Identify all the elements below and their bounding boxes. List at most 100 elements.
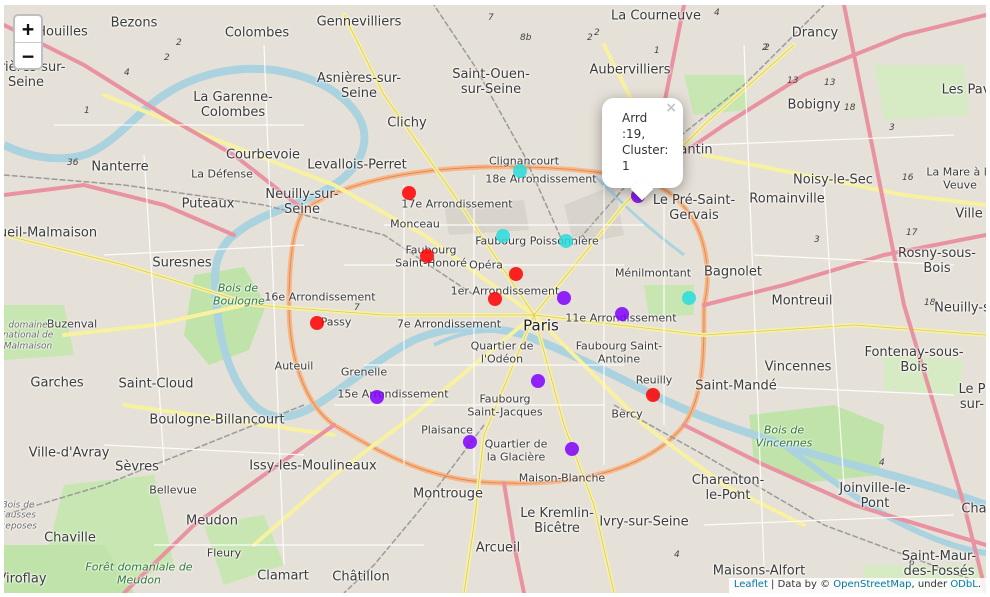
place-label: Saint-Maur-des-Fossés bbox=[901, 549, 977, 579]
place-label: Ville bbox=[955, 206, 983, 222]
popup-content: Arrd :19, Cluster: 1 bbox=[622, 110, 670, 174]
place-label: Charenton-le-Pont bbox=[691, 473, 765, 503]
marker-16e[interactable] bbox=[311, 317, 323, 329]
place-label: Le Kremlin-Bicêtre bbox=[520, 506, 594, 536]
marker-3e[interactable] bbox=[558, 292, 570, 304]
place-label: Meudon bbox=[186, 513, 238, 529]
place-label: Monceau bbox=[390, 217, 440, 231]
place-label: Cha bbox=[961, 501, 986, 517]
place-label: Quartier de l'Odéon bbox=[470, 339, 534, 365]
marker-faubourg-poissonniere[interactable] bbox=[497, 230, 509, 242]
place-label: Bois de Vincennes bbox=[755, 423, 813, 449]
place-label: ueil-Malmaison bbox=[4, 225, 98, 241]
place-label: Vincennes bbox=[764, 359, 832, 375]
place-label: Arcueil bbox=[475, 540, 521, 556]
place-label: Gennevilliers bbox=[316, 14, 402, 30]
place-label: Châtillon bbox=[332, 569, 390, 585]
place-label: Auteuil bbox=[274, 359, 314, 373]
place-label: Saint-Mandé bbox=[695, 378, 777, 394]
place-label: domaine national de Malmaison bbox=[4, 320, 54, 352]
place-label: Courbevoie bbox=[225, 147, 301, 163]
svg-text:4: 4 bbox=[674, 550, 680, 560]
svg-text:4: 4 bbox=[124, 68, 130, 78]
marker-17e[interactable] bbox=[403, 187, 415, 199]
place-label: 15e Arrondissement bbox=[337, 387, 449, 401]
place-label: Fontenay-sous-Bois bbox=[864, 345, 964, 375]
place-label: Clichy bbox=[387, 115, 427, 131]
place-label: Saint-Cloud bbox=[118, 376, 194, 392]
attribution-text: | Data by © bbox=[767, 579, 834, 590]
svg-text:2: 2 bbox=[594, 28, 600, 38]
place-label: La Défense bbox=[191, 167, 253, 181]
place-label: Viroflay bbox=[4, 571, 47, 587]
place-label: Faubourg Saint-Jacques bbox=[467, 392, 543, 418]
zoom-in-button[interactable]: + bbox=[15, 16, 41, 42]
marker-14e[interactable] bbox=[464, 436, 476, 448]
marker-2e[interactable] bbox=[489, 293, 501, 305]
svg-text:2: 2 bbox=[587, 33, 593, 43]
place-label: La Courneuve bbox=[611, 8, 701, 24]
marker-8e[interactable] bbox=[421, 250, 433, 262]
place-label: Le P sur- bbox=[958, 382, 986, 412]
place-label: Clamart bbox=[257, 568, 309, 584]
place-label: Houilles bbox=[36, 24, 88, 40]
place-label: Rosny-sous-Bois bbox=[898, 246, 976, 276]
place-label: Garches bbox=[30, 375, 84, 391]
zoom-control: + − bbox=[13, 14, 43, 70]
zoom-out-button[interactable]: − bbox=[15, 42, 41, 68]
place-label: La Mare à la Veuve bbox=[926, 165, 986, 191]
marker-5e[interactable] bbox=[532, 375, 544, 387]
place-label: Paris bbox=[523, 316, 559, 335]
osm-link[interactable]: OpenStreetMap bbox=[833, 579, 911, 590]
attribution-text: , under bbox=[911, 579, 951, 590]
place-label: Faubourg Poissonnière bbox=[475, 234, 599, 248]
place-label: 16e Arrondissement bbox=[264, 290, 376, 304]
marker-11e[interactable] bbox=[616, 308, 628, 320]
marker-13e[interactable] bbox=[566, 443, 578, 455]
place-label: Ménilmontant bbox=[614, 266, 692, 280]
svg-text:13: 13 bbox=[787, 76, 799, 86]
leaflet-link[interactable]: Leaflet bbox=[734, 579, 768, 590]
svg-text:3: 3 bbox=[814, 235, 820, 245]
marker-12e[interactable] bbox=[647, 389, 659, 401]
marker-18e[interactable] bbox=[514, 165, 526, 177]
marker-15e[interactable] bbox=[371, 391, 383, 403]
place-label: Grenelle bbox=[340, 365, 388, 379]
place-label: Bercy bbox=[611, 407, 643, 421]
place-label: Colombes bbox=[224, 25, 290, 41]
svg-text:13: 13 bbox=[824, 78, 836, 88]
svg-text:1: 1 bbox=[654, 46, 660, 56]
place-label: Reuilly bbox=[635, 373, 673, 387]
place-label: Saint-Ouen-sur-Seine bbox=[452, 67, 530, 97]
place-label: Faubourg Saint-Antoine bbox=[575, 339, 663, 365]
place-label: Noisy-le-Sec bbox=[793, 172, 873, 188]
place-label: Chaville bbox=[44, 530, 96, 546]
odbl-link[interactable]: ODbL bbox=[950, 579, 978, 590]
place-label: Suresnes bbox=[152, 255, 212, 271]
svg-text:36: 36 bbox=[67, 158, 79, 168]
svg-text:2: 2 bbox=[764, 43, 770, 53]
place-label: Bezons bbox=[110, 15, 158, 31]
svg-text:2: 2 bbox=[176, 38, 182, 48]
place-label: Aubervilliers bbox=[589, 62, 671, 78]
place-label: Quartier de la Glacière bbox=[484, 437, 548, 463]
map-container[interactable]: 7 8b 22 13 13 18 3 16 17 18 2 22 36 1 47 21 46… bbox=[4, 5, 986, 593]
marker-9e[interactable] bbox=[510, 268, 522, 280]
place-label: Asnières-sur-Seine bbox=[316, 71, 402, 101]
svg-text:7: 7 bbox=[488, 13, 494, 23]
place-label: Bellevue bbox=[149, 483, 197, 497]
marker-20e[interactable] bbox=[683, 292, 695, 304]
popup-line: Cluster: bbox=[622, 143, 669, 157]
place-label: Puteaux bbox=[181, 196, 235, 212]
place-label: Joinville-le-Pont bbox=[839, 481, 911, 511]
place-label: La Garenne-Colombes bbox=[193, 90, 273, 120]
place-label: antin bbox=[679, 142, 713, 158]
place-label: 18e Arrondissement bbox=[485, 172, 597, 186]
place-label: Ivry-sur-Seine bbox=[599, 514, 689, 530]
marker-gare-du-nord[interactable] bbox=[560, 235, 572, 247]
place-label: Le Pré-Saint-Gervais bbox=[652, 193, 736, 223]
svg-text:7: 7 bbox=[354, 303, 360, 313]
place-label: Opéra bbox=[469, 258, 503, 272]
place-label: Bobigny bbox=[787, 97, 841, 113]
place-label: Les Pav bbox=[941, 82, 986, 98]
